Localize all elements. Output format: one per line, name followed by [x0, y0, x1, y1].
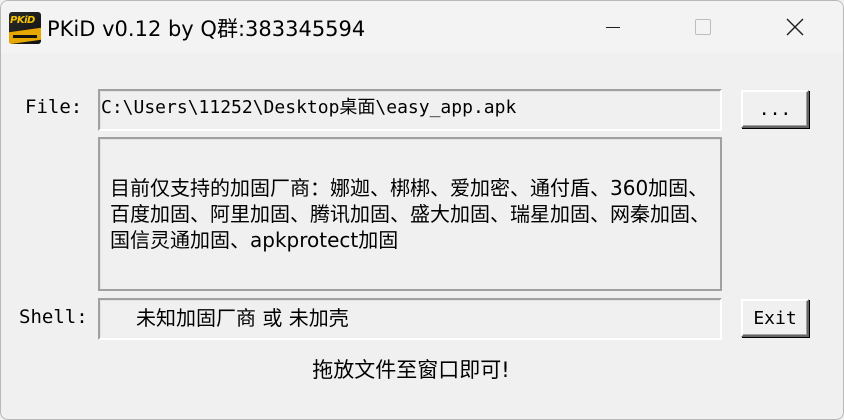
minimize-button[interactable] — [590, 1, 636, 53]
supported-vendors-text: 目前仅支持的加固厂商：娜迦、梆梆、爱加密、通付盾、360加固、百度加固、阿里加固… — [110, 176, 710, 252]
drop-hint: 拖放文件至窗口即可! — [1, 354, 843, 384]
app-window: PKiD PKiD v0.12 by Q群:383345594 File: C:… — [0, 0, 844, 420]
title-bar[interactable]: PKiD PKiD v0.12 by Q群:383345594 — [1, 1, 843, 53]
file-path-value: C:\Users\11252\Desktop桌面\easy_app.apk — [101, 97, 517, 118]
logo-text: PKiD — [10, 15, 35, 26]
maximize-icon — [695, 19, 711, 35]
window-title: PKiD v0.12 by Q群:383345594 — [47, 17, 366, 41]
exit-button[interactable]: Exit — [741, 299, 809, 337]
shell-label: Shell: — [19, 306, 88, 328]
shell-result-field[interactable]: 未知加固厂商 或 未加壳 — [98, 298, 722, 340]
file-label: File: — [25, 96, 83, 118]
close-button[interactable] — [772, 1, 818, 53]
minimize-icon — [606, 26, 620, 28]
close-icon — [786, 18, 804, 36]
logo-stripe-dark — [13, 35, 37, 38]
pkid-logo-icon: PKiD — [9, 12, 41, 44]
maximize-button[interactable] — [680, 1, 726, 53]
browse-button[interactable]: ... — [741, 90, 809, 128]
supported-vendors-box: 目前仅支持的加固厂商：娜迦、梆梆、爱加密、通付盾、360加固、百度加固、阿里加固… — [98, 137, 722, 291]
file-path-field[interactable]: C:\Users\11252\Desktop桌面\easy_app.apk — [98, 89, 722, 131]
drop-hint-text: 拖放文件至窗口即可! — [312, 358, 510, 382]
shell-result-value: 未知加固厂商 或 未加壳 — [136, 306, 349, 330]
